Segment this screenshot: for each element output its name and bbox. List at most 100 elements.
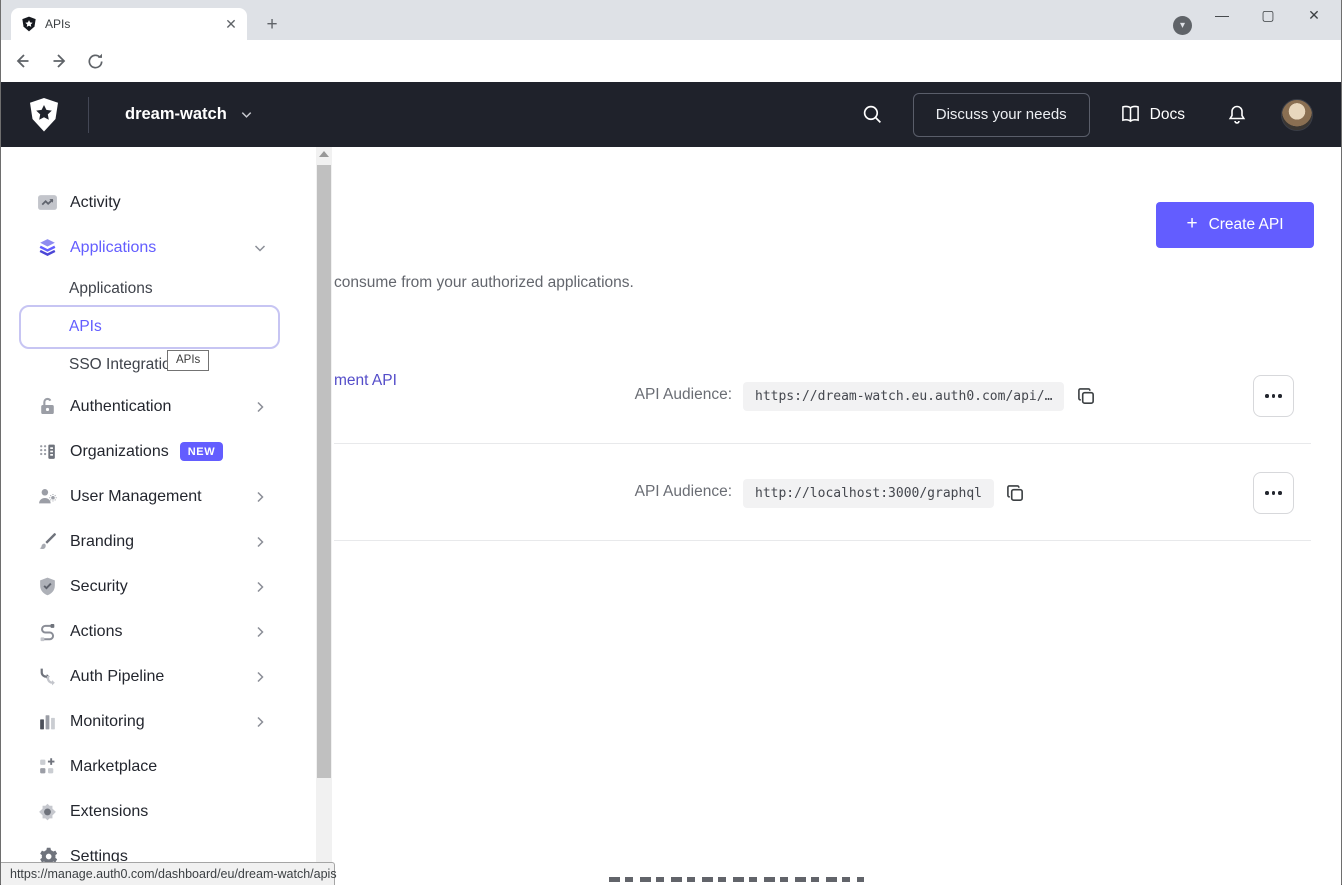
row-menu-button[interactable] bbox=[1253, 472, 1294, 514]
extensions-icon bbox=[37, 801, 58, 822]
sidebar-item-label: Branding bbox=[70, 533, 134, 551]
sidebar-item-label: Applications bbox=[70, 239, 156, 257]
row-menu-button[interactable] bbox=[1253, 375, 1294, 417]
new-badge: NEW bbox=[180, 442, 223, 461]
row-divider bbox=[334, 443, 1311, 444]
sidebar-item-actions[interactable]: Actions bbox=[1, 609, 316, 654]
back-icon[interactable] bbox=[9, 47, 37, 75]
sidebar-item-label: Applications bbox=[69, 280, 153, 298]
marketplace-icon bbox=[37, 756, 58, 777]
scrollbar-up-arrow[interactable] bbox=[319, 151, 329, 157]
chevron-right-icon bbox=[252, 489, 268, 505]
sidebar-item-sso-integrations[interactable]: SSO Integrations bbox=[1, 346, 316, 384]
status-bar: https://manage.auth0.com/dashboard/eu/dr… bbox=[1, 862, 335, 885]
tab-apis[interactable]: APIs ✕ bbox=[11, 8, 247, 40]
sidebar-item-label: Auth Pipeline bbox=[70, 668, 164, 686]
tab-strip: APIs ✕ + ▾ — ▢ ✕ bbox=[1, 0, 1341, 40]
window-controls: — ▢ ✕ bbox=[1199, 0, 1337, 30]
sidebar-item-label: Activity bbox=[70, 194, 121, 212]
close-button[interactable]: ✕ bbox=[1291, 0, 1337, 30]
apis-tooltip: APIs bbox=[167, 350, 209, 371]
copy-icon[interactable] bbox=[1004, 481, 1028, 505]
sidebar-item-activity[interactable]: Activity bbox=[1, 180, 316, 225]
sidebar-item-apis[interactable]: APIs bbox=[1, 308, 316, 346]
sidebar-item-marketplace[interactable]: Marketplace bbox=[1, 744, 316, 789]
book-icon bbox=[1120, 105, 1141, 124]
activity-icon bbox=[37, 192, 58, 213]
page-description-clipped: consume from your authorized application… bbox=[334, 274, 634, 292]
monitoring-icon bbox=[37, 711, 58, 732]
sidebar-item-label: Extensions bbox=[70, 803, 148, 821]
sidebar-item-monitoring[interactable]: Monitoring bbox=[1, 699, 316, 744]
header-divider bbox=[88, 97, 89, 133]
tab-title: APIs bbox=[45, 17, 223, 31]
discuss-your-needs-button[interactable]: Discuss your needs bbox=[913, 93, 1090, 137]
create-api-button[interactable]: + Create API bbox=[1156, 202, 1314, 248]
browser-toolbar: manage.auth0.com/dashboard/eu/dream-watc… bbox=[1, 40, 1341, 82]
sidebar-item-user-management[interactable]: User Management bbox=[1, 474, 316, 519]
api-name-link[interactable]: ment API bbox=[334, 372, 397, 390]
chevron-down-icon bbox=[239, 107, 254, 122]
pipeline-icon bbox=[37, 666, 58, 687]
applications-icon bbox=[37, 237, 58, 258]
user-avatar[interactable] bbox=[1281, 99, 1313, 131]
scrollbar-thumb[interactable] bbox=[317, 165, 331, 778]
clipped-text-fragment bbox=[609, 877, 864, 882]
auth0-header: dream-watch Discuss your needs Docs bbox=[1, 82, 1341, 147]
chevron-right-icon bbox=[252, 669, 268, 685]
security-icon bbox=[37, 576, 58, 597]
sidebar-item-label: User Management bbox=[70, 488, 202, 506]
sidebar-item-label: Monitoring bbox=[70, 713, 145, 731]
minimize-button[interactable]: — bbox=[1199, 0, 1245, 30]
nav-list: ActivityApplicationsApplicationsAPIsSSO … bbox=[1, 180, 316, 879]
sidebar-item-auth-pipeline[interactable]: Auth Pipeline bbox=[1, 654, 316, 699]
maximize-button[interactable]: ▢ bbox=[1245, 0, 1291, 30]
sidebar-item-organizations[interactable]: Organizations NEW bbox=[1, 429, 316, 474]
tenant-selector[interactable]: dream-watch bbox=[125, 105, 254, 124]
forward-icon[interactable] bbox=[45, 47, 73, 75]
tab-search-icon[interactable]: ▾ bbox=[1173, 16, 1192, 35]
sidebar-item-authentication[interactable]: Authentication bbox=[1, 384, 316, 429]
api-row: API Audience: http://localhost:3000/graph… bbox=[334, 463, 1342, 523]
sidebar-scrollbar[interactable] bbox=[316, 147, 332, 863]
sidebar-item-label: Organizations bbox=[70, 443, 169, 461]
docs-label: Docs bbox=[1150, 106, 1185, 124]
chevron-right-icon bbox=[252, 534, 268, 550]
chevron-right-icon bbox=[252, 399, 268, 415]
lock-icon bbox=[37, 396, 58, 417]
sidebar-item-extensions[interactable]: Extensions bbox=[1, 789, 316, 834]
api-audience-value: http://localhost:3000/graphql bbox=[743, 479, 994, 508]
sidebar-item-label: Authentication bbox=[70, 398, 171, 416]
reload-icon[interactable] bbox=[81, 47, 109, 75]
browser-window: APIs ✕ + ▾ — ▢ ✕ manage.auth0.com/dashbo… bbox=[0, 0, 1342, 885]
branding-icon bbox=[37, 531, 58, 552]
sidebar-item-applications[interactable]: Applications bbox=[1, 270, 316, 308]
sidebar-nav: ActivityApplicationsApplicationsAPIsSSO … bbox=[1, 147, 334, 885]
notifications-bell-icon[interactable] bbox=[1219, 97, 1255, 133]
api-row: ment APIAPI Audience:https://dream-watch… bbox=[334, 366, 1342, 426]
sidebar-item-label: Security bbox=[70, 578, 128, 596]
sidebar-item-security[interactable]: Security bbox=[1, 564, 316, 609]
actions-icon bbox=[37, 621, 58, 642]
sidebar-item-label: APIs bbox=[69, 318, 102, 336]
sidebar-item-label: Actions bbox=[70, 623, 122, 641]
auth0-logo bbox=[28, 98, 60, 132]
docs-link[interactable]: Docs bbox=[1120, 105, 1185, 124]
chevron-down-icon bbox=[252, 240, 268, 256]
sidebar-item-label: Marketplace bbox=[70, 758, 157, 776]
tab-close-icon[interactable]: ✕ bbox=[223, 16, 239, 32]
sidebar-item-applications[interactable]: Applications bbox=[1, 225, 316, 270]
row-divider bbox=[334, 540, 1311, 541]
chevron-right-icon bbox=[252, 579, 268, 595]
status-bar-url: https://manage.auth0.com/dashboard/eu/dr… bbox=[10, 867, 337, 881]
new-tab-button[interactable]: + bbox=[259, 12, 285, 38]
copy-icon[interactable] bbox=[1074, 384, 1098, 408]
organizations-icon bbox=[37, 441, 58, 462]
sidebar-item-branding[interactable]: Branding bbox=[1, 519, 316, 564]
api-audience-label: API Audience: bbox=[635, 483, 732, 501]
chevron-right-icon bbox=[252, 624, 268, 640]
users-icon bbox=[37, 486, 58, 507]
chevron-right-icon bbox=[252, 714, 268, 730]
search-icon[interactable] bbox=[855, 97, 891, 133]
api-audience-value: https://dream-watch.eu.auth0.com/api/… bbox=[743, 382, 1064, 411]
